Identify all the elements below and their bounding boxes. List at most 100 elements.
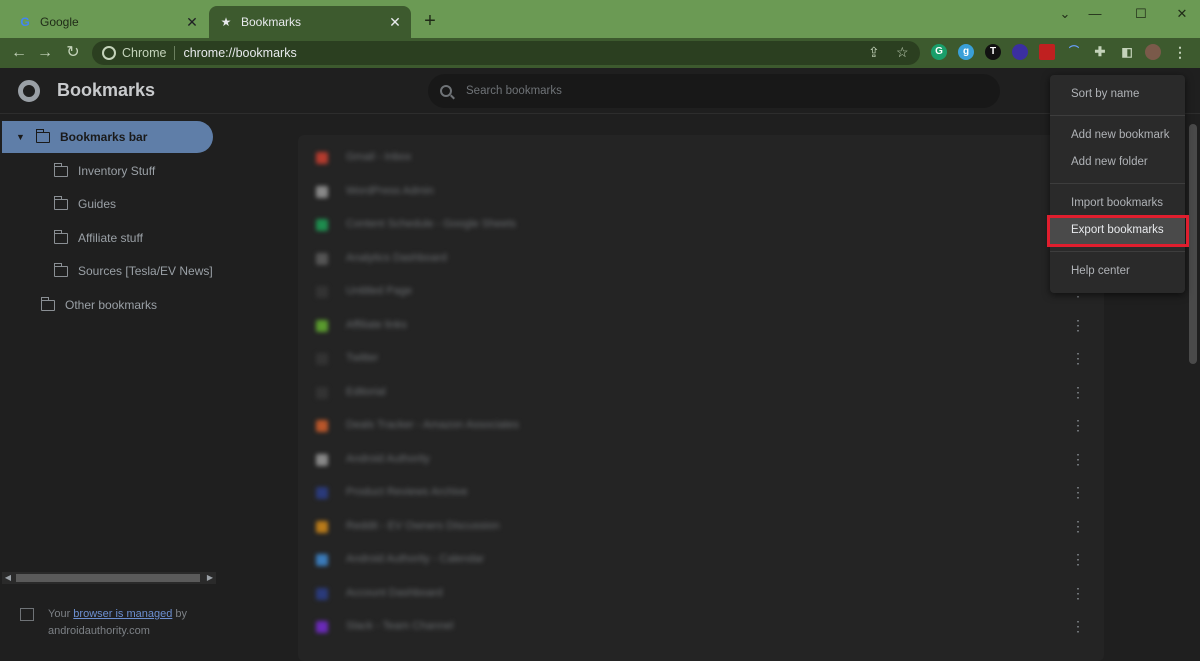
bookmark-row[interactable]: Untitled Page⋮ xyxy=(298,275,1104,308)
bookmark-row[interactable]: Android Authority ⋮ xyxy=(298,443,1104,476)
bookmark-row[interactable]: WordPress Admin xyxy=(298,175,1104,208)
scroll-right-icon[interactable]: ▶ xyxy=(204,572,216,584)
managed-link[interactable]: browser is managed xyxy=(73,608,172,620)
site-favicon-icon xyxy=(316,621,328,633)
close-icon[interactable]: ✕ xyxy=(184,14,200,30)
tab-strip: G Google ✕ ★ Bookmarks ✕ + ⌄ — ☐ ✕ xyxy=(0,0,1200,38)
menu-item-add-new-folder[interactable]: Add new folder xyxy=(1050,149,1185,176)
site-favicon-icon xyxy=(316,420,328,432)
bookmark-row[interactable]: Slack - Team Channel ⋮ xyxy=(298,610,1104,643)
sidepanel-icon[interactable]: ◧ xyxy=(1119,44,1135,60)
more-actions-icon[interactable]: ⋮ xyxy=(1070,451,1086,467)
folder-sources[interactable]: Sources [Tesla/EV News] xyxy=(53,255,213,287)
bookmark-star-icon[interactable]: ☆ xyxy=(896,44,909,61)
menu-item-sort-by-name[interactable]: Sort by name xyxy=(1050,81,1185,108)
bookmark-row[interactable]: Gmail - Inbox xyxy=(298,141,1104,174)
bookmark-row[interactable]: Affiliate links ⋮ xyxy=(298,309,1104,342)
highlight-box xyxy=(1047,215,1189,247)
reload-button[interactable]: ↻ xyxy=(62,42,84,64)
search-box[interactable] xyxy=(428,74,1000,108)
bookmark-row[interactable]: Editorial ⋮ xyxy=(298,376,1104,409)
grammarly-icon[interactable]: G xyxy=(931,44,947,60)
more-actions-icon[interactable]: ⋮ xyxy=(1070,618,1086,634)
close-window-button[interactable]: ✕ xyxy=(1170,4,1194,24)
bookmark-row[interactable]: Android Authority - Calendar ⋮ xyxy=(298,543,1104,576)
site-favicon-icon xyxy=(316,554,328,566)
address-bar[interactable]: Chrome chrome://bookmarks ⇪ ☆ xyxy=(92,41,920,65)
folder-label: Inventory Stuff xyxy=(78,164,156,178)
folder-label: Sources [Tesla/EV News] xyxy=(78,264,213,278)
new-tab-button[interactable]: + xyxy=(418,10,442,34)
bookmark-row[interactable]: Product Reviews Archive ⋮ xyxy=(298,476,1104,509)
scroll-left-icon[interactable]: ◀ xyxy=(2,572,14,584)
bookmark-row[interactable]: Analytics Dashboard xyxy=(298,242,1104,275)
bookmark-row[interactable]: Deals Tracker - Amazon Associates ⋮ xyxy=(298,409,1104,442)
close-icon[interactable]: ✕ xyxy=(387,14,403,30)
back-button[interactable]: ← xyxy=(8,42,30,64)
puzzle-icon[interactable]: ✚ xyxy=(1092,44,1108,60)
menu-item-import-bookmarks[interactable]: Import bookmarks xyxy=(1050,190,1185,217)
share-icon[interactable]: ⇪ xyxy=(868,44,880,61)
bookmark-row[interactable]: Account Dashboard ⋮ xyxy=(298,577,1104,610)
maximize-button[interactable]: ☐ xyxy=(1129,4,1153,24)
kebab-menu-icon[interactable]: ⋮ xyxy=(1172,44,1188,60)
globe-extension-icon[interactable] xyxy=(1012,44,1028,60)
site-favicon-icon xyxy=(316,487,328,499)
more-actions-icon[interactable]: ⋮ xyxy=(1070,518,1086,534)
folder-bookmarks-bar[interactable]: ▼ Bookmarks bar xyxy=(2,121,213,153)
bookmark-row[interactable]: Twitter ⋮ xyxy=(298,342,1104,375)
tab-bookmarks[interactable]: ★ Bookmarks ✕ xyxy=(209,6,411,38)
bookmark-title: Twitter xyxy=(346,352,379,364)
bookmark-title: Untitled Page xyxy=(346,285,413,297)
menu-divider xyxy=(1050,115,1185,116)
tab-google[interactable]: G Google ✕ xyxy=(8,6,208,38)
more-actions-icon[interactable]: ⋮ xyxy=(1070,585,1086,601)
chrome-logo-icon xyxy=(18,80,40,102)
scrollbar-thumb[interactable] xyxy=(1189,124,1197,364)
bookmark-title: Product Reviews Archive xyxy=(346,486,468,498)
more-actions-icon[interactable]: ⋮ xyxy=(1070,484,1086,500)
folder-other-bookmarks[interactable]: Other bookmarks xyxy=(40,289,157,321)
arc-extension-icon[interactable]: ⌒ xyxy=(1066,44,1082,60)
horizontal-scrollbar[interactable]: ◀ ▶ xyxy=(2,572,216,584)
forward-button[interactable]: → xyxy=(34,42,56,64)
menu-divider xyxy=(1050,251,1185,252)
folder-guides[interactable]: Guides xyxy=(53,188,116,220)
chevron-down-icon[interactable]: ⌄ xyxy=(1053,4,1077,24)
page-title: Bookmarks xyxy=(57,80,156,100)
managed-domain: androidauthority.com xyxy=(48,625,150,637)
folder-label: Bookmarks bar xyxy=(60,130,148,144)
folder-icon xyxy=(53,229,68,244)
bookmark-row[interactable]: Content Schedule - Google Sheets xyxy=(298,208,1104,241)
bookmark-row[interactable]: Reddit - EV Owners Discussion ⋮ xyxy=(298,510,1104,543)
star-icon: ★ xyxy=(220,15,232,29)
caret-down-icon[interactable]: ▼ xyxy=(16,132,28,142)
url-text[interactable]: chrome://bookmarks xyxy=(175,46,296,60)
google-icon: G xyxy=(20,15,30,29)
site-favicon-icon xyxy=(316,185,328,198)
more-actions-icon[interactable]: ⋮ xyxy=(1070,350,1086,366)
more-actions-icon[interactable]: ⋮ xyxy=(1070,551,1086,567)
folder-tree: ▼ Bookmarks bar Inventory Stuff Guides A… xyxy=(0,114,225,661)
building-icon xyxy=(20,608,34,621)
folder-icon xyxy=(35,128,50,143)
more-actions-icon[interactable]: ⋮ xyxy=(1070,317,1086,333)
avatar[interactable] xyxy=(1145,44,1161,60)
more-actions-icon[interactable]: ⋮ xyxy=(1070,384,1086,400)
more-actions-icon[interactable]: ⋮ xyxy=(1070,417,1086,433)
search-input[interactable] xyxy=(466,85,966,97)
folder-affiliate-stuff[interactable]: Affiliate stuff xyxy=(53,222,143,254)
managed-prefix: Your xyxy=(48,608,71,620)
minimize-button[interactable]: — xyxy=(1083,4,1107,24)
menu-item-help-center[interactable]: Help center xyxy=(1050,258,1185,285)
folder-inventory-stuff[interactable]: Inventory Stuff xyxy=(53,155,156,187)
red-extension-icon[interactable] xyxy=(1039,44,1055,60)
vertical-scrollbar[interactable] xyxy=(1186,114,1200,661)
t-extension-icon[interactable]: T xyxy=(985,44,1001,60)
menu-item-add-new-bookmark[interactable]: Add new bookmark xyxy=(1050,122,1185,149)
bookmark-title: Android Authority - Calendar xyxy=(346,553,485,565)
bookmark-title: WordPress Admin xyxy=(346,184,434,197)
scrollbar-thumb[interactable] xyxy=(16,574,200,582)
g-extension-icon[interactable]: g xyxy=(958,44,974,60)
tab-title: Google xyxy=(40,15,79,29)
